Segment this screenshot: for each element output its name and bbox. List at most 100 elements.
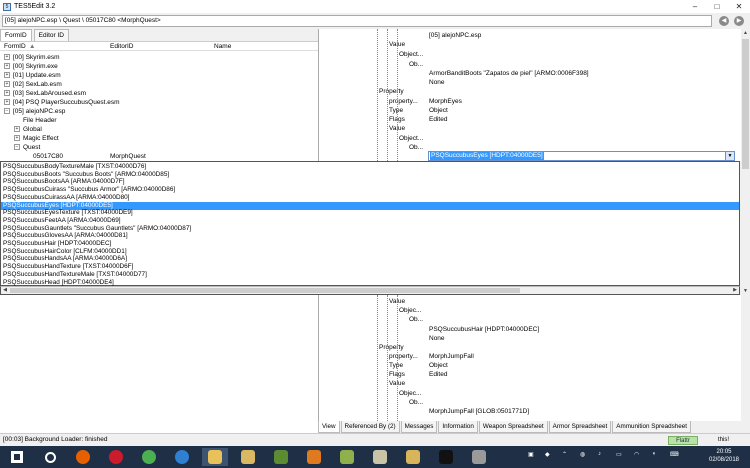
record-field[interactable]: Ob... <box>409 60 423 69</box>
tab-editor-id[interactable]: Editor ID <box>33 29 69 41</box>
expand-icon[interactable]: + <box>4 72 10 79</box>
column-name[interactable]: Name <box>214 43 231 50</box>
record-field[interactable]: Objec... <box>399 389 421 398</box>
tree-item[interactable]: + Global <box>14 125 42 134</box>
chrome-icon[interactable] <box>136 448 162 466</box>
minimize-button[interactable]: – <box>684 0 706 13</box>
collapse-icon[interactable]: − <box>4 108 10 115</box>
record-field[interactable]: PSQSuccubusHair [HDPT:04000DEC] <box>429 325 539 334</box>
record-field[interactable]: Object... <box>399 50 423 59</box>
record-field[interactable]: Object <box>429 361 448 370</box>
tree-item[interactable]: + Magic Effect <box>14 134 59 143</box>
record-path-field[interactable]: [05] alejoNPC.esp \ Quest \ 05017C80 <Mo… <box>2 15 712 27</box>
record-field[interactable]: Object <box>429 106 448 115</box>
tray-speaker-icon[interactable]: ◖ <box>652 451 656 457</box>
tree-item[interactable]: + [01] Update.esm <box>4 71 61 80</box>
value-dropdown-list[interactable]: PSQSuccubusBodyTextureMale [TXST:04000D7… <box>0 161 740 286</box>
record-field[interactable]: Objec... <box>399 306 421 315</box>
record-field[interactable]: Property <box>379 343 404 352</box>
record-tree[interactable]: + [00] Skyrim.esm + [00] Skyrim.exe + [01] Up… <box>0 51 318 161</box>
flattr-this-link[interactable]: this! <box>718 436 729 445</box>
editor-icon[interactable] <box>334 448 360 466</box>
search-icon[interactable] <box>37 448 63 466</box>
scroll-left-icon[interactable]: ◀ <box>1 287 9 294</box>
tree-item[interactable]: − [05] alejoNPC.esp <box>4 107 65 116</box>
app-icon[interactable] <box>466 448 492 466</box>
tree-item[interactable]: + [03] SexLabAroused.esm <box>4 89 86 98</box>
notepad-icon[interactable] <box>367 448 393 466</box>
scroll-right-icon[interactable]: ▶ <box>731 287 739 294</box>
tree-item[interactable]: + [02] SexLab.esm <box>4 80 62 89</box>
tree-item[interactable]: + [04] PSQ PlayerSuccubusQuest.esm <box>4 98 120 107</box>
record-field[interactable]: MorphJumpFall <box>429 352 474 361</box>
record-field[interactable]: None <box>429 334 445 343</box>
tab-messages[interactable]: Messages <box>400 421 438 433</box>
maximize-button[interactable]: □ <box>706 0 728 13</box>
windows-start-icon[interactable] <box>4 448 30 466</box>
tree-item[interactable]: File Header <box>14 116 57 125</box>
record-field[interactable]: property... <box>389 97 418 106</box>
firefox-icon[interactable] <box>70 448 96 466</box>
tree-item[interactable]: 05017C80 <box>24 152 63 161</box>
tree-item[interactable]: − Quest <box>14 143 40 152</box>
expand-icon[interactable]: + <box>4 99 10 106</box>
column-editorid[interactable]: EditorID <box>110 43 133 50</box>
tray-nvidia-icon[interactable]: ▣ <box>528 451 534 458</box>
tree-item[interactable]: + [00] Skyrim.esm <box>4 53 60 62</box>
flattr-button[interactable]: Flattr <box>668 436 698 445</box>
safari-icon[interactable] <box>169 448 195 466</box>
tray-keyboard-icon[interactable]: ⌨ <box>670 451 679 458</box>
record-field[interactable]: None <box>429 78 445 87</box>
expand-icon[interactable]: + <box>4 90 10 97</box>
expand-icon[interactable]: + <box>4 54 10 61</box>
tray-volume-icon[interactable]: ♪ <box>598 451 601 457</box>
tab-ammunition-spreadsheet[interactable]: Ammunition Spreadsheet <box>612 421 691 433</box>
record-field[interactable]: Property <box>379 87 404 96</box>
scrollbar-thumb[interactable] <box>742 39 749 169</box>
tab-referenced-by-2[interactable]: Referenced By (2) <box>340 421 400 433</box>
record-field[interactable]: Ob... <box>409 143 423 152</box>
tab-information[interactable]: Information <box>438 421 478 433</box>
record-field[interactable]: Ob... <box>409 315 423 324</box>
file-manager-icon[interactable] <box>235 448 261 466</box>
column-formid[interactable]: FormID <box>4 43 26 50</box>
tree-item[interactable]: + [00] Skyrim.exe <box>4 62 58 71</box>
vertical-scrollbar[interactable]: ▲ ▼ <box>741 29 750 295</box>
expand-icon[interactable]: + <box>4 63 10 70</box>
scroll-down-icon[interactable]: ▼ <box>741 287 750 295</box>
folder2-icon[interactable] <box>400 448 426 466</box>
back-button[interactable]: ◀ <box>719 16 729 26</box>
tray-network-icon[interactable]: ◍ <box>580 451 585 458</box>
chevron-down-icon[interactable]: ▼ <box>725 152 734 160</box>
record-field[interactable]: Ob... <box>409 398 423 407</box>
tray-chevron-up-icon[interactable]: ⌃ <box>562 451 567 458</box>
fire-icon[interactable] <box>301 448 327 466</box>
expand-icon[interactable]: + <box>14 126 20 133</box>
expand-icon[interactable]: + <box>4 81 10 88</box>
record-field[interactable]: property... <box>389 352 418 361</box>
opera-icon[interactable] <box>103 448 129 466</box>
dropdown-horizontal-scrollbar[interactable]: ◀ ▶ <box>0 286 740 295</box>
close-button[interactable]: ✕ <box>728 0 750 13</box>
taskbar-clock[interactable]: 20:05 02/08/2018 <box>700 448 748 464</box>
scroll-up-icon[interactable]: ▲ <box>741 29 750 37</box>
tray-battery-icon[interactable]: ▭ <box>616 451 622 458</box>
minecraft-icon[interactable] <box>268 448 294 466</box>
record-field[interactable]: Object... <box>399 134 423 143</box>
record-field[interactable]: MorphEyes <box>429 97 462 106</box>
collapse-icon[interactable]: − <box>14 144 20 151</box>
forward-button[interactable]: ▶ <box>734 16 744 26</box>
tab-weapon-spreadsheet[interactable]: Weapon Spreadsheet <box>478 421 548 433</box>
expand-icon[interactable]: + <box>14 135 20 142</box>
record-field[interactable]: Edited <box>429 370 447 379</box>
scrollbar-thumb[interactable] <box>10 288 520 293</box>
record-field[interactable]: MorphJumpFall [GLOB:0501771D] <box>429 407 529 416</box>
record-field[interactable]: Edited <box>429 115 447 124</box>
tab-formid[interactable]: FormID <box>0 29 32 41</box>
tab-armor-spreadsheet[interactable]: Armor Spreadsheet <box>548 421 612 433</box>
tray-wifi-icon[interactable]: ◠ <box>634 451 639 458</box>
value-combobox[interactable]: PSQSuccubusEyes [HDPT:04000DE5] ▼ <box>428 151 735 161</box>
tray-dropbox-icon[interactable]: ◆ <box>545 451 550 458</box>
terminal-icon[interactable] <box>433 448 459 466</box>
folder-icon[interactable] <box>202 448 228 466</box>
